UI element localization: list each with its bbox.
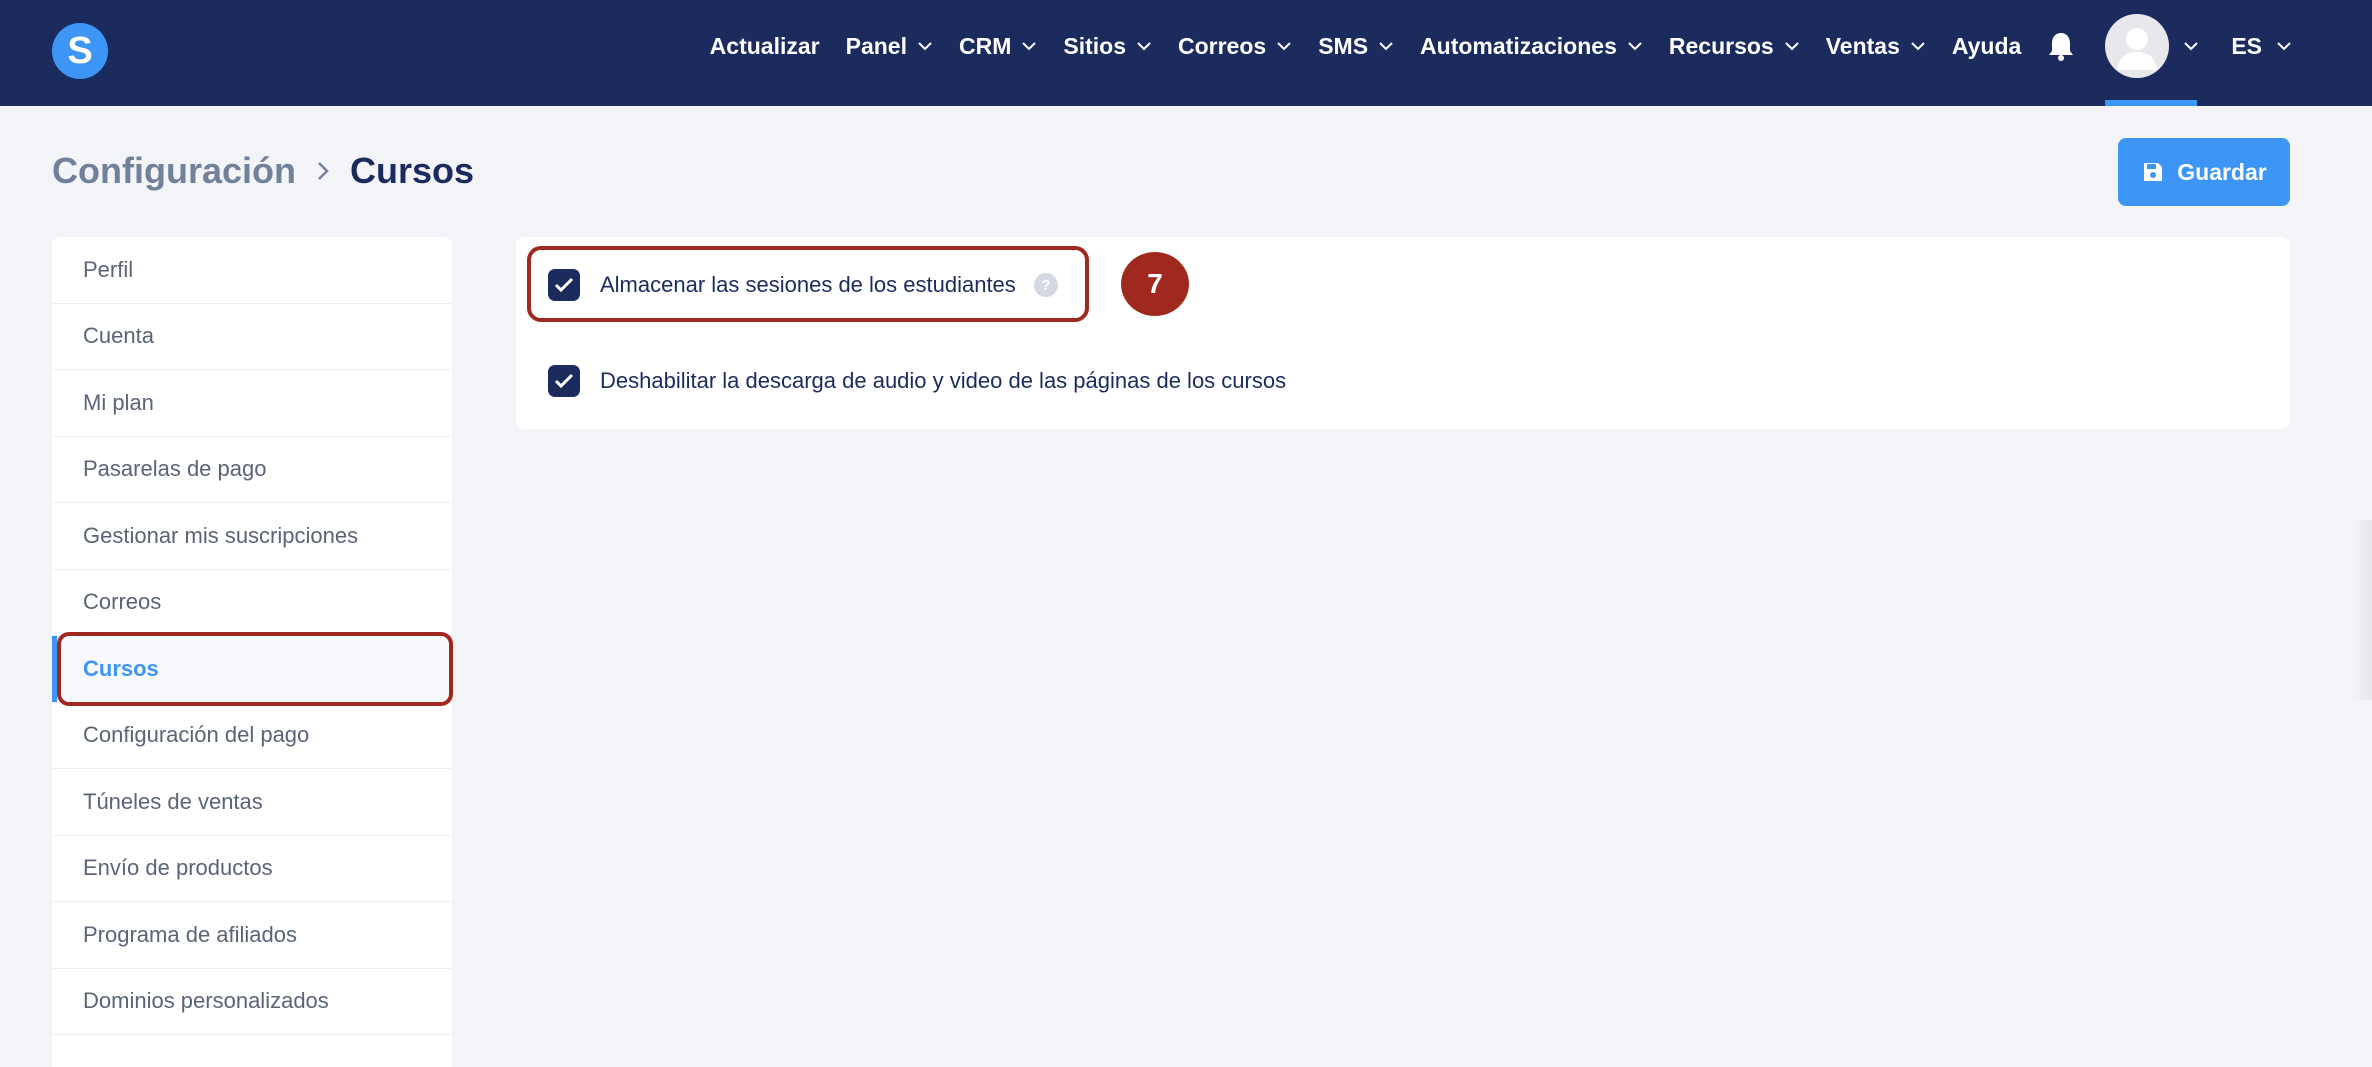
sidebar-item-tuneles-de-ventas[interactable]: Túneles de ventas bbox=[52, 769, 452, 836]
sidebar-item-suscripciones[interactable]: Gestionar mis suscripciones bbox=[52, 503, 452, 570]
sidebar-item-label: Programa de afiliados bbox=[83, 921, 298, 947]
avatar[interactable] bbox=[2105, 14, 2170, 78]
nav-label: Automatizaciones bbox=[1420, 32, 1617, 59]
breadcrumb: Configuración Cursos bbox=[52, 146, 474, 196]
sidebar-item-envio-de-productos[interactable]: Envío de productos bbox=[52, 836, 452, 902]
sidebar-item-label: Dominios personalizados bbox=[83, 988, 329, 1014]
chevron-right-icon bbox=[318, 162, 329, 180]
nav-label: Ventas bbox=[1825, 32, 1900, 59]
nav-item-recursos[interactable]: Recursos bbox=[1669, 33, 1800, 60]
chevron-down-icon bbox=[2277, 42, 2291, 51]
sidebar-item-cuenta[interactable]: Cuenta bbox=[52, 304, 452, 370]
disable-download-checkbox[interactable] bbox=[548, 365, 580, 397]
language-selector[interactable]: ES bbox=[2231, 33, 2292, 60]
edge-shadow bbox=[2352, 520, 2372, 700]
breadcrumb-parent[interactable]: Configuración bbox=[52, 150, 296, 192]
nav-label: Sitios bbox=[1063, 32, 1126, 59]
nav-item-crm[interactable]: CRM bbox=[959, 33, 1037, 60]
nav-item-sms[interactable]: SMS bbox=[1318, 33, 1394, 60]
nav-label: CRM bbox=[958, 32, 1012, 59]
chevron-down-icon bbox=[1022, 42, 1037, 51]
sidebar-item-label: Envío de productos bbox=[83, 855, 273, 881]
annotation-highlight-option bbox=[527, 246, 1089, 322]
sidebar-item-label: Mi plan bbox=[83, 389, 154, 415]
chevron-down-icon bbox=[1911, 42, 1925, 51]
user-silhouette-icon bbox=[2117, 28, 2158, 70]
nav-label: SMS bbox=[1318, 32, 1369, 59]
sidebar-item-dominios-personalizados[interactable]: Dominios personalizados bbox=[52, 969, 452, 1035]
nav-item-ayuda[interactable]: Ayuda bbox=[1952, 33, 2021, 60]
sidebar-item-label: Configuración del pago bbox=[83, 722, 310, 748]
chevron-down-icon bbox=[1379, 42, 1393, 51]
nav-label: Recursos bbox=[1668, 32, 1774, 59]
floppy-disk-icon bbox=[2144, 163, 2163, 181]
nav-item-automatizaciones[interactable]: Automatizaciones bbox=[1420, 33, 1643, 60]
sidebar-item-configuracion-del-pago[interactable]: Configuración del pago bbox=[52, 703, 452, 769]
top-navbar: S Actualizar Panel CRM Sitios Correos SM… bbox=[0, 0, 2372, 106]
app-logo[interactable]: S bbox=[52, 23, 108, 79]
sidebar-item-pasarelas-de-pago[interactable]: Pasarelas de pago bbox=[52, 437, 452, 503]
option-label: Deshabilitar la descarga de audio y vide… bbox=[600, 368, 1287, 393]
user-menu[interactable] bbox=[2105, 14, 2199, 106]
nav-item-panel[interactable]: Panel bbox=[846, 33, 933, 60]
option-disable-media-download: Deshabilitar la descarga de audio y vide… bbox=[548, 365, 1286, 397]
sidebar-item-label: Perfil bbox=[83, 256, 134, 282]
nav-label: Ayuda bbox=[1951, 32, 2022, 59]
save-button-label: Guardar bbox=[2177, 158, 2267, 185]
sidebar-item-perfil[interactable]: Perfil bbox=[52, 237, 452, 304]
bell-icon[interactable] bbox=[2047, 30, 2075, 62]
chevron-down-icon bbox=[1277, 42, 1291, 51]
nav-item-correos[interactable]: Correos bbox=[1178, 33, 1292, 60]
nav-item-ventas[interactable]: Ventas bbox=[1826, 33, 1926, 60]
save-button[interactable]: Guardar bbox=[2118, 138, 2290, 206]
chevron-down-icon bbox=[1628, 42, 1642, 51]
chevron-down-icon bbox=[918, 42, 932, 51]
sidebar-item-label: Correos bbox=[83, 589, 162, 615]
sidebar-item-label: Gestionar mis suscripciones bbox=[83, 522, 359, 548]
sidebar-item-label: Cuenta bbox=[83, 323, 154, 349]
sidebar-item-mi-plan[interactable]: Mi plan bbox=[52, 370, 452, 437]
step-number-badge: 7 bbox=[1121, 252, 1189, 316]
active-underline bbox=[2105, 100, 2198, 106]
language-label: ES bbox=[2231, 32, 2262, 59]
nav-label: Panel bbox=[845, 32, 907, 59]
chevron-down-icon bbox=[1784, 42, 1799, 51]
checkmark-icon bbox=[554, 373, 574, 389]
nav-label: Actualizar bbox=[709, 32, 820, 59]
sidebar-item-programa-de-afiliados[interactable]: Programa de afiliados bbox=[52, 902, 452, 969]
chevron-down-icon bbox=[1137, 42, 1151, 51]
sidebar-item-correos[interactable]: Correos bbox=[52, 570, 452, 636]
page-title: Cursos bbox=[349, 150, 475, 191]
sidebar-item-label: Túneles de ventas bbox=[83, 788, 263, 814]
nav-item-sitios[interactable]: Sitios bbox=[1063, 33, 1152, 60]
nav-item-actualizar[interactable]: Actualizar bbox=[710, 33, 820, 60]
nav-label: Correos bbox=[1178, 32, 1267, 59]
annotation-highlight-sidebar bbox=[57, 632, 453, 706]
sidebar-item-label: Pasarelas de pago bbox=[83, 456, 267, 482]
chevron-down-icon bbox=[2184, 42, 2199, 51]
main-nav: Actualizar Panel CRM Sitios Correos SMS … bbox=[684, 0, 2292, 106]
